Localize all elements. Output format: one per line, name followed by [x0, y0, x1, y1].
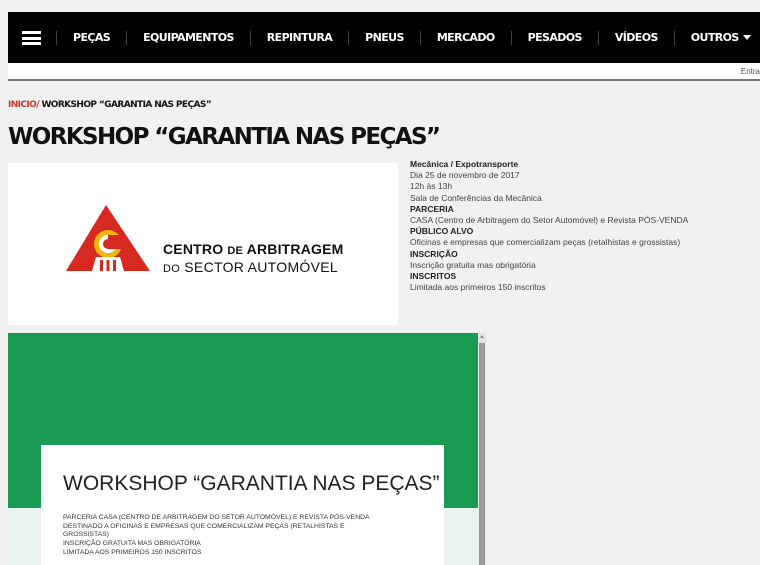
- nav-item-pesados[interactable]: PESADOS: [510, 30, 598, 45]
- nav-item-equipamentos[interactable]: EQUIPAMENTOS: [126, 30, 250, 45]
- casa-logo-icon: [66, 205, 150, 271]
- scroll-up-arrow-icon[interactable]: [480, 335, 484, 338]
- event-time: 12h às 13h: [410, 181, 453, 192]
- logo-text-part: SECTOR AUTOMÓVEL: [180, 259, 338, 275]
- registration-label: INSCRIÇÃO: [410, 248, 458, 259]
- chevron-down-icon: [742, 34, 751, 40]
- event-place: Sala de Conferências da Mecânica: [410, 192, 542, 203]
- flyer-card: WORKSHOP “GARANTIA NAS PEÇAS” PARCERIA C…: [41, 445, 444, 565]
- scroll-thumb[interactable]: [479, 343, 485, 565]
- nav-item-repintura[interactable]: REPINTURA: [249, 30, 348, 45]
- flyer-line: INSCRIÇÃO GRATUITA MAS OBRIGATÓRIA: [63, 540, 201, 548]
- event-date: Dia 25 de novembro de 2017: [410, 170, 520, 181]
- logo-text-part: CENTRO: [163, 241, 228, 257]
- flyer-line: DESTINADO A OFICINAS E EMPRESAS QUE COME…: [63, 522, 345, 530]
- event-details: Mecânica / Expotransporte Dia 25 de nove…: [410, 159, 755, 293]
- breadcrumb: INICIO/ WORKSHOP “GARANTIA NAS PEÇAS”: [8, 100, 212, 110]
- event-name: Mecânica / Expotransporte: [410, 159, 519, 169]
- nav-item-mercado[interactable]: MERCADO: [419, 30, 511, 45]
- embedded-flyer-frame[interactable]: WORKSHOP “GARANTIA NAS PEÇAS” PARCERIA C…: [8, 333, 478, 565]
- nav-item-outros[interactable]: OUTROS: [673, 30, 760, 45]
- flyer-scrollbar[interactable]: [478, 333, 486, 565]
- nav-item-outros-label: OUTROS: [690, 30, 740, 44]
- menu-icon[interactable]: [22, 31, 41, 45]
- audience-text: Oficinas e empresas que comercializam pe…: [410, 237, 681, 248]
- logo-text-part: ARBITRAGEM: [243, 241, 344, 257]
- flyer-line: PARCERIA CASA (CENTRO DE ARBITRAGEM DO S…: [63, 514, 370, 521]
- flyer-title: WORKSHOP “GARANTIA NAS PEÇAS”: [63, 472, 440, 495]
- sub-header-bar: Entra: [8, 63, 760, 81]
- top-nav-bar: PEÇAS EQUIPAMENTOS REPINTURA PNEUS MERCA…: [8, 12, 760, 63]
- nav-item-pneus[interactable]: PNEUS: [348, 30, 420, 45]
- event-logo-image: CENTRO DE ARBITRAGEM DO SECTOR AUTOMÓVEL: [8, 163, 398, 325]
- logo-wordmark: CENTRO DE ARBITRAGEM DO SECTOR AUTOMÓVEL: [163, 241, 344, 275]
- registered-label: INSCRITOS: [410, 271, 457, 282]
- flyer-line: LIMITADA AOS PRIMEIROS 150 INSCRITOS: [63, 548, 202, 556]
- flyer-line: GROSSISTAS): [63, 531, 109, 539]
- logo-text-part: DE: [227, 245, 244, 257]
- partnership-text: CASA (Centro de Arbitragem do Setor Auto…: [410, 215, 689, 226]
- flyer-body: PARCERIA CASA (CENTRO DE ARBITRAGEM DO S…: [63, 514, 423, 558]
- registered-text: Limitada aos primeiros 150 inscritos: [410, 282, 546, 293]
- main-nav: PEÇAS EQUIPAMENTOS REPINTURA PNEUS MERCA…: [56, 12, 760, 63]
- audience-label: PÚBLICO ALVO: [410, 226, 474, 237]
- breadcrumb-home[interactable]: INICIO/: [8, 100, 40, 110]
- breadcrumb-current: WORKSHOP “GARANTIA NAS PEÇAS”: [38, 100, 212, 110]
- page-title: WORKSHOP “GARANTIA NAS PEÇAS”: [8, 124, 441, 150]
- login-link[interactable]: Entra: [741, 67, 760, 76]
- logo-text-part: DO: [163, 263, 181, 275]
- registration-text: Inscrição gratuita mas obrigatória: [410, 259, 536, 270]
- nav-item-pecas[interactable]: PEÇAS: [56, 30, 126, 45]
- partnership-label: PARCERIA: [410, 203, 454, 214]
- nav-item-videos[interactable]: VÍDEOS: [597, 30, 674, 45]
